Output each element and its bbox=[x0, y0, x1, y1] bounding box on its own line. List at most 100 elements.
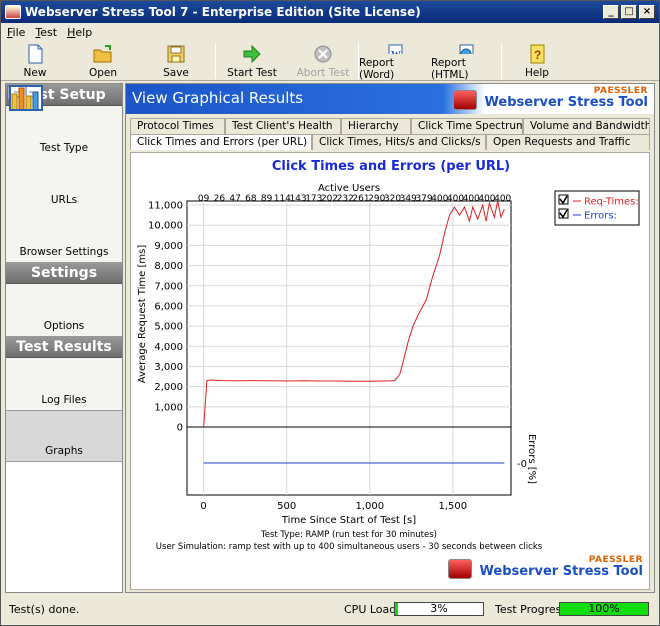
cpu-load-meter: 3% bbox=[394, 602, 484, 616]
tab-volume-bandwidth[interactable]: Volume and Bandwidth bbox=[523, 118, 650, 134]
tab-click-time-spectrum[interactable]: Click Time Spectrum bbox=[411, 118, 523, 134]
maximize-button[interactable]: □ bbox=[621, 5, 637, 19]
html-globe-icon bbox=[459, 44, 474, 54]
chart-footer-line2: User Simulation: ramp test with up to 40… bbox=[156, 542, 543, 552]
app-icon bbox=[5, 5, 21, 19]
sidebar-item-graphs[interactable]: Graphs bbox=[6, 87, 122, 462]
tab-open-requests-traffic[interactable]: Open Requests and Traffic bbox=[486, 134, 650, 150]
menu-file[interactable]: File bbox=[7, 26, 25, 39]
menu-test[interactable]: Test bbox=[35, 26, 57, 39]
save-label: Save bbox=[163, 67, 189, 79]
x-tick-label: 1,000 bbox=[355, 501, 384, 512]
help-icon: ? bbox=[530, 44, 545, 64]
y-tick-label: 0 bbox=[177, 423, 183, 434]
help-button[interactable]: ? Help bbox=[502, 41, 572, 81]
x-tick-label: 0 bbox=[200, 501, 206, 512]
server-logo-icon bbox=[447, 559, 472, 579]
test-progress-value: 100% bbox=[588, 602, 620, 615]
panel-header: View Graphical Results PAESSLER Webserve… bbox=[126, 84, 654, 114]
chart-footer-line1: Test Type: RAMP (run test for 30 minutes… bbox=[260, 530, 437, 540]
y-tick-label: 10,000 bbox=[148, 221, 183, 232]
window-title: Webserver Stress Tool 7 - Enterprise Edi… bbox=[25, 5, 421, 19]
svg-text:?: ? bbox=[534, 48, 541, 62]
top-axis-tick-label: 232 bbox=[337, 194, 354, 204]
sidebar-item-label: Browser Settings bbox=[19, 246, 109, 258]
tab-protocol-times[interactable]: Protocol Times bbox=[130, 118, 225, 134]
new-label: New bbox=[23, 67, 47, 79]
top-axis-tick-label: 261 bbox=[352, 194, 369, 204]
sidebar-item-label: Options bbox=[43, 320, 85, 332]
y2-tick-label: -0 bbox=[517, 459, 527, 470]
y-tick-label: 11,000 bbox=[148, 201, 183, 212]
y-tick-label: 3,000 bbox=[154, 362, 183, 373]
tab-click-times-errors[interactable]: Click Times and Errors (per URL) bbox=[130, 134, 312, 150]
cpu-load-label: CPU Load: bbox=[344, 602, 400, 616]
tab-hierarchy[interactable]: Hierarchy bbox=[341, 118, 411, 134]
sidebar-item-label: Test Type bbox=[39, 142, 89, 154]
chart-svg: 0 500 1,000 1,500 0 1,000 2,000 3,000 4,000 5,000… bbox=[137, 183, 640, 552]
y-tick-label: 1,000 bbox=[154, 402, 183, 413]
cpu-load-fill bbox=[395, 603, 398, 615]
menu-bar: File Test Help bbox=[1, 23, 659, 41]
test-progress-bar: 100% bbox=[559, 602, 649, 616]
x-tick-label: 1,500 bbox=[439, 501, 468, 512]
x-axis-label: Time Since Start of Test [s] bbox=[281, 515, 416, 526]
save-disk-icon bbox=[167, 45, 185, 63]
sidebar-item-log-files[interactable]: Log Files bbox=[6, 85, 122, 410]
start-test-button[interactable]: Start Test bbox=[216, 41, 288, 81]
top-axis-tick-label: 68 bbox=[245, 194, 257, 204]
new-button[interactable]: New bbox=[1, 41, 69, 81]
menu-help[interactable]: Help bbox=[67, 26, 92, 39]
y-tick-label: 6,000 bbox=[154, 301, 183, 312]
top-axis-tick-label: 09 bbox=[198, 194, 210, 204]
main-panel: View Graphical Results PAESSLER Webserve… bbox=[125, 83, 655, 593]
brand-logo-bottom: PAESSLER Webserver Stress Tool bbox=[447, 555, 643, 579]
tab-test-clients-health[interactable]: Test Client's Health bbox=[225, 118, 341, 134]
report-word-label: Report (Word) bbox=[359, 57, 395, 81]
brand-product: Webserver Stress Tool bbox=[484, 95, 648, 110]
cpu-load-value: 3% bbox=[430, 602, 448, 615]
help-label: Help bbox=[525, 67, 549, 79]
panel-title: View Graphical Results bbox=[132, 89, 304, 107]
open-folder-icon bbox=[93, 45, 112, 63]
y-tick-label: 7,000 bbox=[154, 281, 183, 292]
title-bar[interactable]: Webserver Stress Tool 7 - Enterprise Edi… bbox=[1, 1, 659, 23]
start-test-label: Start Test bbox=[227, 67, 277, 79]
top-axis-tick-label: 47 bbox=[229, 194, 240, 204]
app-window: Webserver Stress Tool 7 - Enterprise Edi… bbox=[0, 0, 660, 626]
section-header-test-results: Test Results bbox=[6, 336, 122, 358]
y-axis-label: Average Request Time [ms] bbox=[137, 245, 148, 384]
legend-label: Req-Times: bbox=[584, 197, 639, 208]
abort-test-label: Abort Test bbox=[296, 67, 350, 79]
x-tick-label: 500 bbox=[277, 501, 296, 512]
arrow-right-icon bbox=[243, 44, 261, 64]
minimize-button[interactable]: _ bbox=[603, 5, 619, 19]
y-tick-label: 5,000 bbox=[154, 322, 183, 333]
svg-text:W: W bbox=[391, 50, 401, 54]
brand-logo: PAESSLER Webserver Stress Tool bbox=[452, 86, 648, 110]
top-axis-tick-label: 202 bbox=[321, 194, 338, 204]
sidebar-item-browser-settings[interactable]: Browser Settings bbox=[6, 87, 122, 262]
abort-test-button[interactable]: Abort Test bbox=[288, 41, 358, 81]
y-tick-label: 8,000 bbox=[154, 261, 183, 272]
sidebar-item-label: Log Files bbox=[41, 394, 87, 406]
open-button[interactable]: Open bbox=[69, 41, 137, 81]
close-button[interactable]: × bbox=[639, 5, 655, 19]
sidebar-item-label: Graphs bbox=[45, 445, 83, 457]
status-bar: Test(s) done. CPU Load: 3% Test Progress… bbox=[1, 595, 659, 623]
sidebar-item-urls[interactable]: http: URLs bbox=[6, 85, 122, 210]
tab-click-times-hits[interactable]: Click Times, Hits/s and Clicks/s bbox=[312, 134, 486, 150]
open-label: Open bbox=[88, 67, 118, 79]
sidebar-item-label: URLs bbox=[50, 194, 78, 206]
top-axis-tick-label: 143 bbox=[289, 194, 306, 204]
save-button[interactable]: Save bbox=[137, 41, 215, 81]
report-html-button[interactable]: Report (HTML) bbox=[431, 41, 501, 81]
chart-area: Click Times and Errors (per URL) 0 500 1,0… bbox=[130, 152, 650, 590]
new-file-icon bbox=[28, 44, 43, 64]
report-word-button[interactable]: W Report (Word) bbox=[359, 41, 431, 81]
top-axis-tick-label: 173 bbox=[305, 194, 322, 204]
sidebar-item-test-type[interactable]: Test Type bbox=[6, 87, 122, 158]
sidebar-item-options[interactable]: Options bbox=[6, 87, 122, 336]
y-tick-label: 2,000 bbox=[154, 382, 183, 393]
toolbar: New Open Save Start Test Abort Test W Re… bbox=[1, 41, 659, 81]
